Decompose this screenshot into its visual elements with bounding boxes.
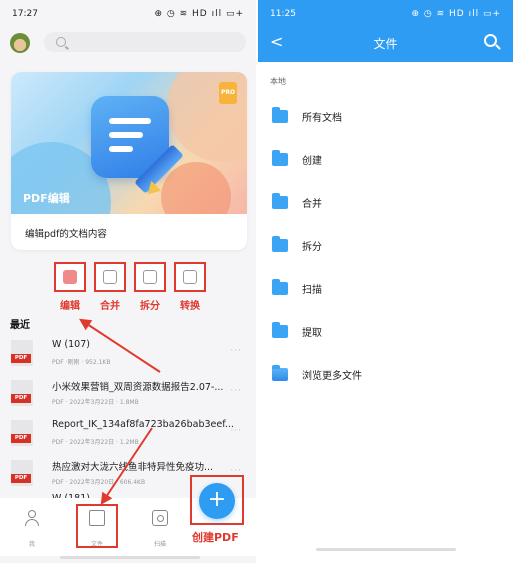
pro-badge: PRO [219, 82, 237, 104]
folder-item-browse-more[interactable]: 浏览更多文件 [258, 364, 513, 394]
folder-label: 浏览更多文件 [302, 371, 362, 382]
card-banner: PRO PDF编辑 [11, 72, 247, 214]
home-indicator [60, 556, 200, 559]
tool-label: 合并 [100, 301, 120, 312]
pdf-file-icon: PDF [11, 420, 33, 446]
recent-heading: 最近 [10, 320, 30, 331]
section-label: 本地 [270, 77, 286, 86]
nav-me[interactable]: 我 [12, 506, 52, 548]
folder-icon [272, 322, 288, 338]
banner-title: PDF编辑 [23, 192, 70, 205]
file-name: 热应激对大泷六线鱼非特异性免疫功... [52, 462, 214, 473]
tool-row: 编辑 合并 拆分 转换 [48, 262, 218, 312]
person-icon [24, 510, 40, 526]
status-icons: ⊕ ◷ ≋ HD ıll ▭+ [411, 9, 501, 19]
camera-icon [152, 510, 168, 526]
create-pdf-annotation: 创建PDF [192, 531, 239, 544]
edit-icon [63, 270, 77, 284]
search-icon [56, 37, 66, 47]
list-item[interactable]: PDF 小米效果营销_双周资源数据报告2.07-... PDF · 2022年3… [0, 376, 256, 416]
folder-label: 创建 [302, 156, 322, 167]
folder-label: 合并 [302, 199, 322, 210]
highlight-box [76, 504, 118, 548]
folder-icon [272, 193, 288, 209]
file-meta: PDF ·刚刚 · 952.1KB [52, 359, 111, 366]
create-pdf-button[interactable]: + [199, 483, 235, 519]
banner-decoration [161, 162, 231, 214]
file-meta: PDF · 2022年3月22日 · 1.2MB [52, 439, 139, 446]
more-options-icon[interactable]: ··· [230, 346, 242, 356]
search-input[interactable] [44, 32, 246, 52]
highlight-box [134, 262, 166, 292]
highlight-box [174, 262, 206, 292]
tool-edit-button[interactable]: 编辑 [54, 262, 86, 312]
folder-icon [272, 107, 288, 123]
folder-item-merged[interactable]: 合并 [258, 192, 513, 222]
avatar[interactable] [10, 33, 30, 53]
more-options-icon[interactable]: ··· [230, 386, 242, 396]
page-title: 文件 [373, 37, 398, 51]
folder-label: 提取 [302, 328, 322, 339]
nav-label: 扫描 [153, 541, 166, 548]
file-name: 小米效果营销_双周资源数据报告2.07-... [52, 382, 224, 393]
nav-label: 我 [28, 541, 35, 548]
highlight-box [94, 262, 126, 292]
list-item[interactable]: PDF Report_IK_134af8fa723ba26bab3eef... … [0, 416, 256, 456]
status-bar: 17:27 ⊕ ◷ ≋ HD ıll ▭+ [0, 0, 256, 28]
tool-split-button[interactable]: 拆分 [134, 262, 166, 312]
tool-convert-button[interactable]: 转换 [174, 262, 206, 312]
tool-merge-button[interactable]: 合并 [94, 262, 126, 312]
status-time: 17:27 [12, 9, 38, 19]
status-icons: ⊕ ◷ ≋ HD ıll ▭+ [154, 9, 244, 19]
split-icon [143, 270, 157, 284]
folder-icon [272, 365, 288, 381]
folder-icon [272, 150, 288, 166]
folder-item-extracted[interactable]: 提取 [258, 321, 513, 351]
app-header: 11:25 ⊕ ◷ ≋ HD ıll ▭+ < 文件 [258, 0, 513, 62]
file-name: W (107) [52, 339, 90, 350]
pdf-file-icon: PDF [11, 460, 33, 486]
home-indicator [316, 548, 456, 551]
highlight-box [54, 262, 86, 292]
file-meta: PDF · 2022年3月22日 · 1.8MB [52, 399, 139, 406]
folder-label: 拆分 [302, 242, 322, 253]
search-icon[interactable] [484, 34, 497, 47]
status-time: 11:25 [270, 9, 296, 19]
tool-label: 编辑 [60, 301, 80, 312]
folder-icon [272, 279, 288, 295]
list-item[interactable]: PDF W (107) PDF ·刚刚 · 952.1KB ··· [0, 336, 256, 376]
card-description: 编辑pdf的文档内容 [25, 229, 107, 240]
file-name: Report_IK_134af8fa723ba26bab3eef... [52, 419, 234, 430]
folder-label: 扫描 [302, 285, 322, 296]
pdf-edit-card[interactable]: PRO PDF编辑 编辑pdf的文档内容 [11, 72, 247, 250]
folder-item-scanned[interactable]: 扫描 [258, 278, 513, 308]
pdf-file-icon: PDF [11, 380, 33, 406]
tool-label: 转换 [180, 301, 200, 312]
folder-item-split[interactable]: 拆分 [258, 235, 513, 265]
right-screen: 11:25 ⊕ ◷ ≋ HD ıll ▭+ < 文件 本地 所有文档 创建 合并… [258, 0, 513, 563]
merge-icon [103, 270, 117, 284]
nav-scan[interactable]: 扫描 [140, 506, 180, 548]
folder-label: 所有文档 [302, 113, 342, 124]
more-options-icon[interactable]: ··· [230, 426, 242, 436]
pdf-file-icon: PDF [11, 340, 33, 366]
tool-label: 拆分 [140, 301, 160, 312]
folder-icon [272, 236, 288, 252]
left-screen: 17:27 ⊕ ◷ ≋ HD ıll ▭+ PRO PDF编辑 编辑pdf的文档… [0, 0, 256, 563]
folder-item-created[interactable]: 创建 [258, 149, 513, 179]
file-meta: PDF · 2022年3月20日 · 606.4KB [52, 479, 146, 486]
folder-item-all-documents[interactable]: 所有文档 [258, 106, 513, 136]
convert-icon [183, 270, 197, 284]
